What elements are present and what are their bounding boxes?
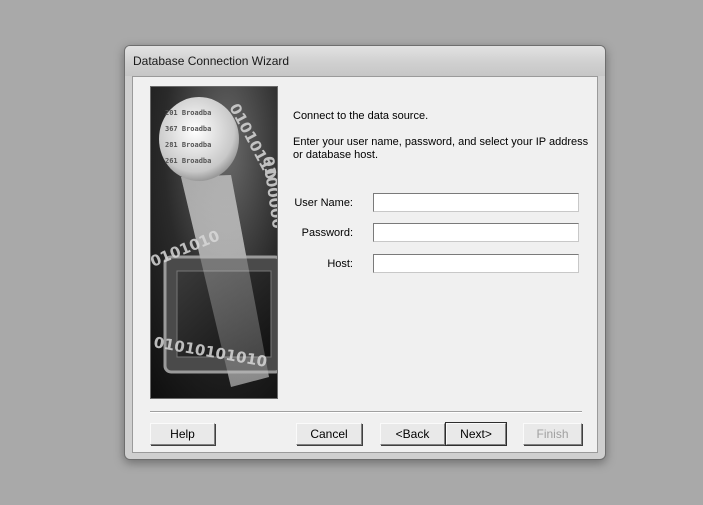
next-button[interactable]: Next> [445, 422, 507, 446]
wizard-window: Database Connection Wizard 201 Broadba 3… [124, 45, 606, 460]
user-name-label: User Name: [294, 197, 353, 209]
host-label: Host: [327, 258, 353, 270]
intro-heading: Connect to the data source. [293, 110, 429, 122]
button-separator [150, 411, 582, 413]
cancel-button[interactable]: Cancel [296, 423, 362, 445]
intro-text: Connect to the data source. Enter your u… [293, 110, 593, 162]
wizard-illustration: 201 Broadba 367 Broadba 281 Broadba 261 … [150, 86, 278, 399]
password-label: Password: [301, 227, 353, 239]
window-title: Database Connection Wizard [133, 54, 290, 68]
doc-line: 261 Broadba [165, 157, 211, 165]
wizard-content: 201 Broadba 367 Broadba 281 Broadba 261 … [132, 76, 598, 453]
finish-button[interactable]: Finish [523, 423, 582, 445]
host-input[interactable] [373, 254, 579, 273]
doc-line: 201 Broadba [165, 109, 211, 117]
back-button[interactable]: <Back [380, 423, 445, 445]
intro-instructions: Enter your user name, password, and sele… [293, 136, 589, 161]
doc-line: 281 Broadba [165, 141, 211, 149]
help-button[interactable]: Help [150, 423, 215, 445]
user-name-input[interactable] [373, 193, 579, 212]
password-input[interactable] [373, 223, 579, 242]
title-bar[interactable]: Database Connection Wizard [125, 46, 605, 76]
doc-line: 367 Broadba [165, 125, 211, 133]
